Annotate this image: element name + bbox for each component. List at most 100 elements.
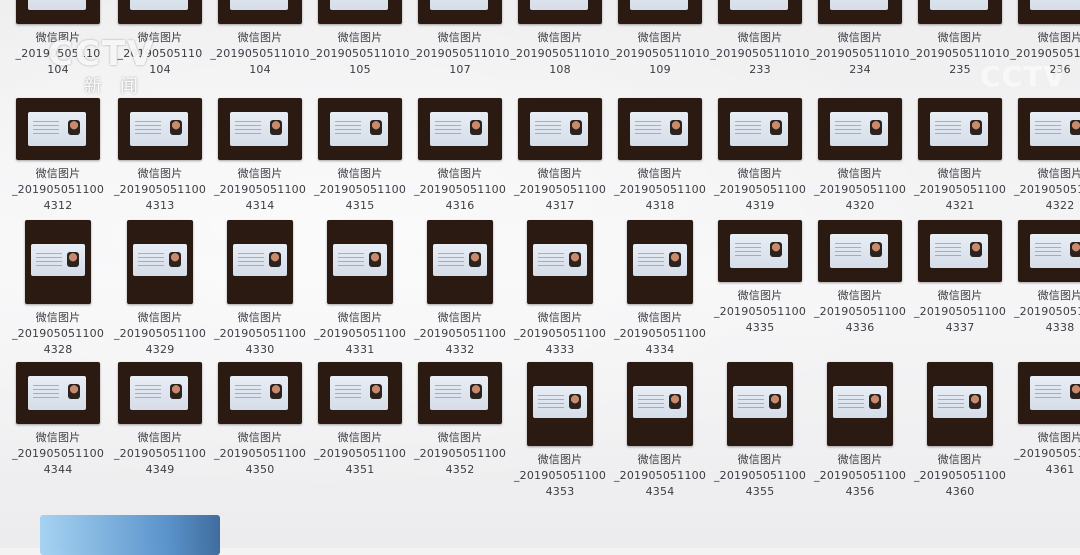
file-name[interactable]: 微信图片 _201905051100 4344 <box>12 430 104 478</box>
file-name[interactable]: 微信图片 _201905051100 4338 <box>1014 288 1080 336</box>
file-name[interactable]: 微信图片 _201905051100 4351 <box>314 430 406 478</box>
file-thumbnail[interactable] <box>318 98 402 160</box>
file-item[interactable]: 微信图片 _201905051100 4336 <box>810 220 910 336</box>
file-item[interactable]: 微信图片 _201905051100 4319 <box>710 98 810 214</box>
file-name[interactable]: 微信图片 _201905051100 4321 <box>914 166 1006 214</box>
file-name[interactable]: 微信图片 _2019050511010 107 <box>410 30 509 78</box>
file-thumbnail[interactable] <box>16 0 100 24</box>
file-thumbnail[interactable] <box>718 98 802 160</box>
file-item[interactable]: 微信图片 _201905051100 4353 <box>510 362 610 500</box>
file-item[interactable]: 微信图片 _2019050511010 234 <box>810 0 910 78</box>
file-name[interactable]: 微信图片 _2019050511010 109 <box>610 30 709 78</box>
file-name[interactable]: 微信图片 _201905051100 4328 <box>12 310 104 358</box>
file-item[interactable]: 微信图片 _201905051100 4333 <box>510 220 610 358</box>
file-item[interactable]: 微信图片 _201905051100 4330 <box>210 220 310 358</box>
file-thumbnail[interactable] <box>627 362 693 446</box>
file-thumbnail[interactable] <box>527 362 593 446</box>
file-item[interactable]: 微信图片 _2019050511010 109 <box>610 0 710 78</box>
file-thumbnail[interactable] <box>518 98 602 160</box>
file-item[interactable]: 微信图片 _2019050511010 105 <box>310 0 410 78</box>
file-item[interactable]: 微信图片 _201905051100 4316 <box>410 98 510 214</box>
file-item[interactable]: 微信图片 _201905051100 4312 <box>8 98 108 214</box>
file-item[interactable]: 微信图片 _201905051100 4332 <box>410 220 510 358</box>
file-name[interactable]: 微信图片 _201905051100 4312 <box>12 166 104 214</box>
file-item[interactable]: 微信图片 _201905051100 4361 <box>1010 362 1080 478</box>
file-name[interactable]: 微信图片 _201905051100 4313 <box>114 166 206 214</box>
file-thumbnail[interactable] <box>718 220 802 282</box>
file-name[interactable]: 微信图片 _201905051100 4350 <box>214 430 306 478</box>
file-thumbnail[interactable] <box>318 362 402 424</box>
file-item[interactable]: 微信图片 _201905051100 4356 <box>810 362 910 500</box>
file-thumbnail[interactable] <box>218 0 302 24</box>
file-item[interactable]: 微信图片 _201905051100 4320 <box>810 98 910 214</box>
file-name[interactable]: 微信图片 _201905051100 4336 <box>814 288 906 336</box>
file-name[interactable]: 微信图片 _201905051100 4320 <box>814 166 906 214</box>
file-item[interactable]: 微信图片 _2019050511010 107 <box>410 0 510 78</box>
file-thumbnail[interactable] <box>1018 362 1080 424</box>
file-name[interactable]: 微信图片 _201905051100 4334 <box>614 310 706 358</box>
file-thumbnail[interactable] <box>927 362 993 446</box>
file-thumbnail[interactable] <box>16 362 100 424</box>
file-name[interactable]: 微信图片 _201905051100 4349 <box>114 430 206 478</box>
file-thumbnail[interactable] <box>827 362 893 446</box>
file-name[interactable]: 微信图片 _201905051100 4337 <box>914 288 1006 336</box>
file-thumbnail[interactable] <box>218 362 302 424</box>
file-name[interactable]: 微信图片 _201905051100 4314 <box>214 166 306 214</box>
file-name[interactable]: 微信图片 _201905051100 4330 <box>214 310 306 358</box>
file-thumbnail[interactable] <box>618 98 702 160</box>
file-name[interactable]: 微信图片 _201905051100 4316 <box>414 166 506 214</box>
file-item[interactable]: 微信图片 _201905051100 4317 <box>510 98 610 214</box>
file-item[interactable]: 微信图片 _201905051100 4313 <box>110 98 210 214</box>
file-thumbnail[interactable] <box>418 362 502 424</box>
file-thumbnail[interactable] <box>418 98 502 160</box>
file-item[interactable]: 微信图片 _201905051100 4337 <box>910 220 1010 336</box>
file-item[interactable]: 微信图片 _201905051100 4314 <box>210 98 310 214</box>
file-item[interactable]: 微信图片 _2019050511010 104 <box>210 0 310 78</box>
file-name[interactable]: 微信图片 _201905051100 4332 <box>414 310 506 358</box>
file-thumbnail[interactable] <box>527 220 593 304</box>
file-name[interactable]: 微信图片 _201905051100 4355 <box>714 452 806 500</box>
file-name[interactable]: 微信图片 _2019050511010 104 <box>210 30 309 78</box>
file-thumbnail[interactable] <box>1018 220 1080 282</box>
file-thumbnail[interactable] <box>618 0 702 24</box>
file-name[interactable]: 微信图片 _201905051100 4360 <box>914 452 1006 500</box>
file-thumbnail[interactable] <box>818 98 902 160</box>
file-item[interactable]: 微信图片 _201905051100 4331 <box>310 220 410 358</box>
file-name[interactable]: 微信图片 _201905051100 4318 <box>614 166 706 214</box>
file-thumbnail[interactable] <box>16 98 100 160</box>
file-item[interactable]: 微信图片 _201905051100 4350 <box>210 362 310 478</box>
file-name[interactable]: 微信图片 _201905051100 4331 <box>314 310 406 358</box>
file-item[interactable]: 微信图片 _201905051100 4355 <box>710 362 810 500</box>
file-thumbnail[interactable] <box>918 0 1002 24</box>
file-thumbnail[interactable] <box>918 98 1002 160</box>
file-thumbnail[interactable] <box>818 220 902 282</box>
file-item[interactable]: 微信图片 _201905051100 4344 <box>8 362 108 478</box>
file-name[interactable]: 微信图片 _201905051100 4319 <box>714 166 806 214</box>
file-name[interactable]: 微信图片 _201905051100 4352 <box>414 430 506 478</box>
file-thumbnail[interactable] <box>1018 0 1080 24</box>
file-name[interactable]: 微信图片 _2019050511010 105 <box>310 30 409 78</box>
file-thumbnail[interactable] <box>427 220 493 304</box>
file-thumbnail[interactable] <box>118 98 202 160</box>
file-name[interactable]: 微信图片 _201905051100 4353 <box>514 452 606 500</box>
file-thumbnail[interactable] <box>718 0 802 24</box>
file-name[interactable]: 微信图片 _201905051100 4335 <box>714 288 806 336</box>
file-name[interactable]: 微信图片 _2019050511010 108 <box>510 30 609 78</box>
file-item[interactable]: 微信图片 _201905051100 4329 <box>110 220 210 358</box>
file-name[interactable]: 微信图片 _201905051100 4322 <box>1014 166 1080 214</box>
file-item[interactable]: 微信图片 _2019050511010 233 <box>710 0 810 78</box>
file-name[interactable]: 微信图片 _2019050511010 233 <box>710 30 809 78</box>
file-thumbnail[interactable] <box>227 220 293 304</box>
file-item[interactable]: 微信图片 _201905051100 4351 <box>310 362 410 478</box>
file-name[interactable]: 微信图片 _201905051100 4315 <box>314 166 406 214</box>
file-thumbnail[interactable] <box>127 220 193 304</box>
file-name[interactable]: 微信图片 _201905051100 4329 <box>114 310 206 358</box>
file-thumbnail[interactable] <box>627 220 693 304</box>
file-thumbnail[interactable] <box>1018 98 1080 160</box>
file-thumbnail[interactable] <box>518 0 602 24</box>
file-item[interactable]: 微信图片 _2019050511010 108 <box>510 0 610 78</box>
file-item[interactable]: 微信图片 _201905051100 4322 <box>1010 98 1080 214</box>
file-name[interactable]: 微信图片 _201905051100 4333 <box>514 310 606 358</box>
file-name[interactable]: 微信图片 _2019050511010 234 <box>810 30 909 78</box>
file-item[interactable]: 微信图片 _201905051100 4318 <box>610 98 710 214</box>
